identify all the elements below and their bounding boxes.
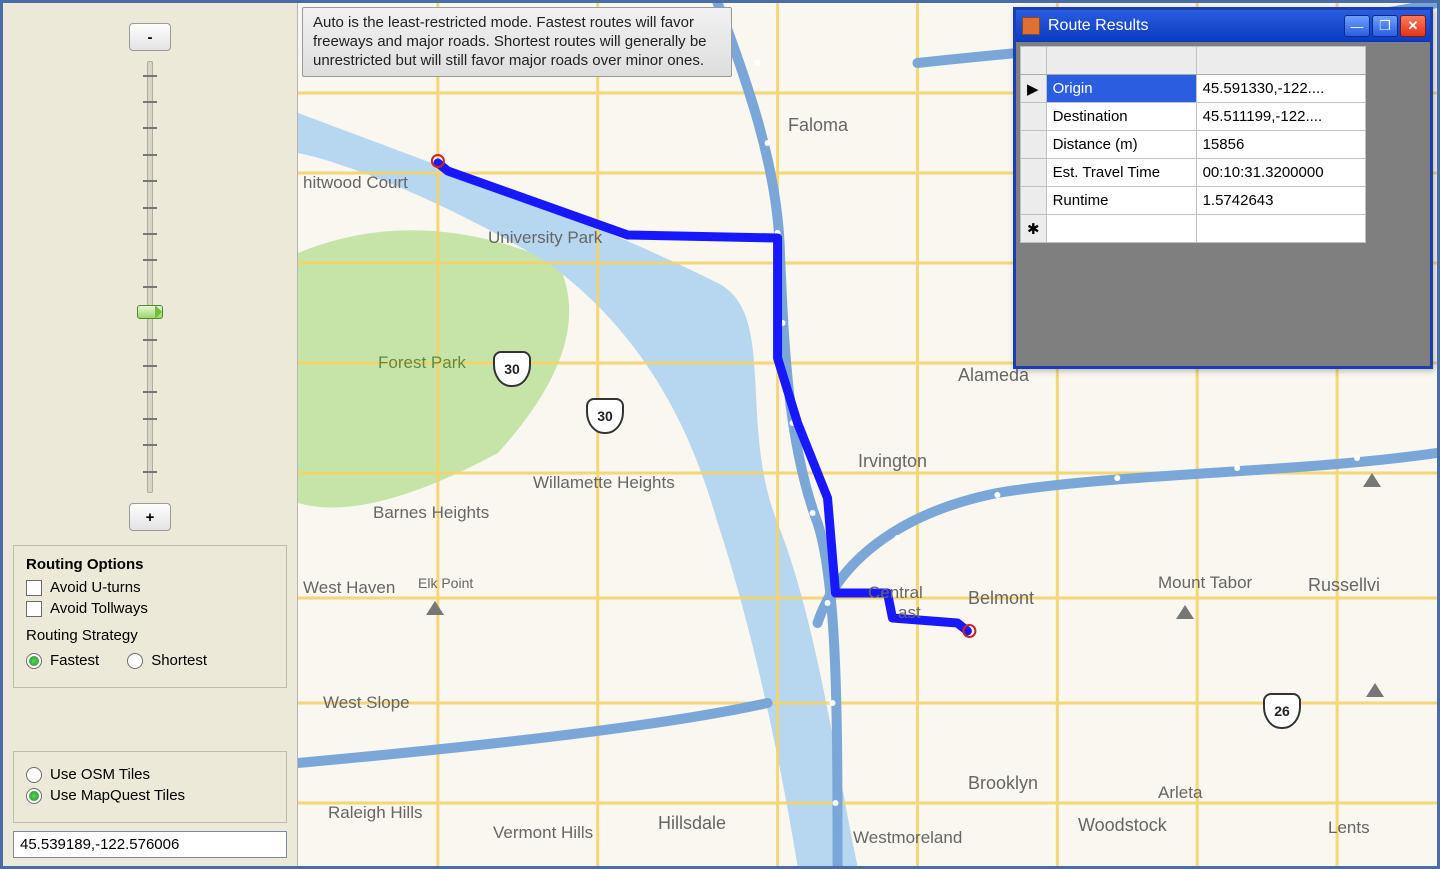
route-results-body: ▶ Origin 45.591330,-122.... Destination … <box>1016 42 1430 366</box>
tile-source-group: Use OSM Tiles Use MapQuest Tiles <box>13 751 287 823</box>
map-canvas[interactable]: Faloma hitwood Court University Park For… <box>298 3 1437 866</box>
grid-row-origin[interactable]: ▶ Origin 45.591330,-122.... <box>1021 75 1366 103</box>
grid-row-distance[interactable]: Distance (m) 15856 <box>1021 131 1366 159</box>
grid-val: 00:10:31.3200000 <box>1196 159 1365 187</box>
routing-options-title: Routing Options <box>26 556 274 573</box>
routing-strategy-label: Routing Strategy <box>26 627 274 644</box>
peak-icon <box>1363 473 1381 487</box>
radio-icon <box>26 653 42 669</box>
zoom-slider[interactable] <box>129 57 171 497</box>
zoom-out-button[interactable]: - <box>129 23 171 51</box>
peak-icon <box>1176 605 1194 619</box>
route-results-grid[interactable]: ▶ Origin 45.591330,-122.... Destination … <box>1020 46 1366 243</box>
peak-icon <box>1366 683 1384 697</box>
use-osm-tiles-label: Use OSM Tiles <box>50 766 150 783</box>
close-button[interactable]: ✕ <box>1400 15 1426 37</box>
strategy-shortest-label: Shortest <box>151 652 207 669</box>
grid-val: 1.5742643 <box>1196 187 1365 215</box>
avoid-uturns-checkbox[interactable]: Avoid U-turns <box>26 579 274 596</box>
use-osm-tiles-radio[interactable]: Use OSM Tiles <box>26 766 274 783</box>
strategy-shortest-radio[interactable]: Shortest <box>127 652 207 669</box>
zoom-in-button[interactable]: + <box>129 503 171 531</box>
grid-val: 45.511199,-122.... <box>1196 103 1365 131</box>
zoom-slider-area: - <box>13 13 287 533</box>
checkbox-icon <box>26 580 42 596</box>
grid-row-new[interactable]: ✱ <box>1021 215 1366 243</box>
radio-icon <box>127 653 143 669</box>
peak-icon <box>426 601 444 615</box>
route-results-window[interactable]: Route Results — ❐ ✕ ▶ Origin 45.591330,-… <box>1013 7 1433 369</box>
routing-options-group: Routing Options Avoid U-turns Avoid Toll… <box>13 545 287 688</box>
grid-key: Destination <box>1046 103 1196 131</box>
use-mapquest-tiles-radio[interactable]: Use MapQuest Tiles <box>26 787 274 804</box>
zoom-thumb[interactable] <box>137 305 163 319</box>
avoid-tollways-checkbox[interactable]: Avoid Tollways <box>26 600 274 617</box>
grid-row-runtime[interactable]: Runtime 1.5742643 <box>1021 187 1366 215</box>
mode-description-tooltip: Auto is the least-restricted mode. Faste… <box>302 7 732 77</box>
grid-row-destination[interactable]: Destination 45.511199,-122.... <box>1021 103 1366 131</box>
use-mapquest-tiles-label: Use MapQuest Tiles <box>50 787 185 804</box>
checkbox-icon <box>26 601 42 617</box>
grid-key: Distance (m) <box>1046 131 1196 159</box>
left-panel: - <box>3 3 298 866</box>
grid-key: Runtime <box>1046 187 1196 215</box>
strategy-fastest-radio[interactable]: Fastest <box>26 652 99 669</box>
avoid-uturns-label: Avoid U-turns <box>50 579 141 596</box>
radio-icon <box>26 788 42 804</box>
strategy-fastest-label: Fastest <box>50 652 99 669</box>
coordinates-input[interactable] <box>13 831 287 858</box>
avoid-tollways-label: Avoid Tollways <box>50 600 148 617</box>
grid-row-travel-time[interactable]: Est. Travel Time 00:10:31.3200000 <box>1021 159 1366 187</box>
grid-val: 15856 <box>1196 131 1365 159</box>
route-results-title: Route Results <box>1048 17 1336 35</box>
route-results-titlebar[interactable]: Route Results — ❐ ✕ <box>1016 10 1430 42</box>
grid-val: 45.591330,-122.... <box>1196 75 1365 103</box>
maximize-button[interactable]: ❐ <box>1372 15 1398 37</box>
minimize-button[interactable]: — <box>1344 15 1370 37</box>
grid-key: Origin <box>1046 75 1196 103</box>
radio-icon <box>26 767 42 783</box>
grid-key: Est. Travel Time <box>1046 159 1196 187</box>
new-row-icon: ✱ <box>1021 215 1047 243</box>
app-icon <box>1022 17 1040 35</box>
